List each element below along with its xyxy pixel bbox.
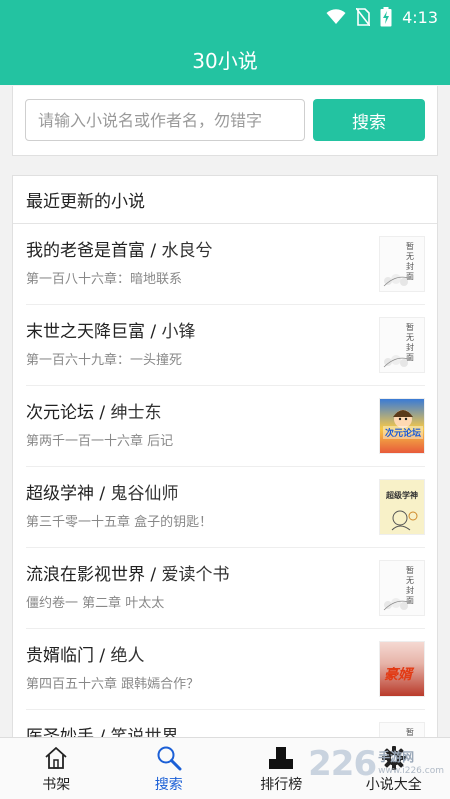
flower-icon bbox=[383, 355, 412, 368]
bottom-nav: 书架 搜索 排行榜 小说大全 bbox=[0, 737, 450, 799]
search-icon bbox=[157, 746, 182, 771]
novel-title: 流浪在影视世界 / 爱读个书 bbox=[26, 565, 230, 585]
wifi-icon bbox=[326, 9, 346, 24]
novel-title: 超级学神 / 鬼谷仙师 bbox=[26, 484, 179, 504]
search-input[interactable] bbox=[25, 99, 305, 141]
nav-ranking[interactable]: 排行榜 bbox=[225, 738, 338, 799]
novel-title: 次元论坛 / 绅士东 bbox=[26, 403, 162, 423]
red-cover: 豪婿 bbox=[379, 641, 425, 697]
novel-list-item[interactable]: 超级学神 / 鬼谷仙师 第三千零一十五章 盒子的钥匙！ 超级学神 bbox=[26, 467, 425, 548]
sketch-cover: 超级学神 bbox=[379, 479, 425, 535]
app-bar: 30小说 bbox=[0, 33, 450, 85]
latest-chapter: 第一百六十九章：一头撞死 bbox=[26, 353, 183, 368]
novel-name: 超级学神 bbox=[26, 484, 94, 504]
nav-novel-list[interactable]: 小说大全 bbox=[338, 738, 450, 799]
gear-icon bbox=[381, 746, 406, 770]
nav-label: 小说大全 bbox=[365, 777, 422, 793]
novel-author: 爱读个书 bbox=[161, 565, 230, 585]
nav-label: 书架 bbox=[42, 777, 71, 793]
novel-name: 流浪在影视世界 bbox=[26, 565, 145, 585]
status-bar: 4:13 bbox=[0, 0, 450, 33]
podium-icon bbox=[269, 747, 294, 769]
search-card: 搜索 bbox=[12, 86, 438, 156]
cover-text: 豪婿 bbox=[384, 667, 412, 683]
app-title: 30小说 bbox=[192, 48, 258, 73]
default-cover: 暂无封面 bbox=[379, 236, 425, 292]
novel-author: 水良兮 bbox=[161, 241, 213, 261]
default-cover: 暂无封面 bbox=[379, 560, 425, 616]
novel-title: 贵婿临门 / 绝人 bbox=[26, 646, 145, 666]
novel-list-item[interactable]: 末世之天降巨富 / 小锋 第一百六十九章：一头撞死 暂无封面 bbox=[26, 305, 425, 386]
novel-name: 次元论坛 bbox=[26, 403, 94, 423]
latest-chapter: 僵约卷一 第二章 叶太太 bbox=[26, 596, 165, 611]
novel-name: 贵婿临门 bbox=[26, 646, 94, 666]
no-sim-icon bbox=[356, 8, 371, 26]
house-icon bbox=[45, 747, 67, 769]
recent-novels-card: 最近更新的小说 我的老爸是首富 / 水良兮 第一百八十六章：暗地联系 暂无封面 … bbox=[12, 175, 438, 755]
nav-label: 搜索 bbox=[154, 777, 183, 793]
nav-label: 排行榜 bbox=[260, 777, 303, 793]
character-icon bbox=[391, 510, 418, 531]
default-cover: 暂无封面 bbox=[379, 317, 425, 373]
anime-cover: 次元论坛 bbox=[379, 398, 425, 454]
novel-list-item[interactable]: 次元论坛 / 绅士东 第两千一百一十六章 后记 次元论坛 bbox=[26, 386, 425, 467]
novel-name: 末世之天降巨富 bbox=[26, 322, 145, 342]
novel-list-item[interactable]: 我的老爸是首富 / 水良兮 第一百八十六章：暗地联系 暂无封面 bbox=[26, 224, 425, 305]
latest-chapter: 第三千零一十五章 盒子的钥匙！ bbox=[26, 515, 213, 530]
novel-list-item[interactable]: 流浪在影视世界 / 爱读个书 僵约卷一 第二章 叶太太 暂无封面 bbox=[26, 548, 425, 629]
search-button[interactable]: 搜索 bbox=[313, 99, 425, 141]
nav-search[interactable]: 搜索 bbox=[113, 738, 226, 799]
section-title: 最近更新的小说 bbox=[13, 176, 437, 224]
novel-author: 鬼谷仙师 bbox=[110, 484, 179, 504]
flower-icon bbox=[383, 598, 412, 611]
novel-list-item[interactable]: 贵婿临门 / 绝人 第四百五十六章 跟韩嫣合作？ 豪婿 bbox=[26, 629, 425, 710]
flower-icon bbox=[383, 274, 412, 287]
novel-title: 我的老爸是首富 / 水良兮 bbox=[26, 241, 213, 261]
status-icons: 4:13 bbox=[326, 6, 438, 28]
novel-author: 绝人 bbox=[110, 646, 145, 666]
nav-bookshelf[interactable]: 书架 bbox=[0, 738, 113, 799]
novel-author: 小锋 bbox=[161, 322, 196, 342]
battery-charging-icon bbox=[380, 7, 392, 27]
novel-name: 我的老爸是首富 bbox=[26, 241, 145, 261]
latest-chapter: 第四百五十六章 跟韩嫣合作？ bbox=[26, 677, 200, 692]
cover-text: 次元论坛 bbox=[383, 426, 424, 439]
novel-author: 绅士东 bbox=[110, 403, 162, 423]
novel-title: 末世之天降巨富 / 小锋 bbox=[26, 322, 196, 342]
status-time: 4:13 bbox=[402, 7, 438, 27]
latest-chapter: 第一百八十六章：暗地联系 bbox=[26, 272, 183, 287]
latest-chapter: 第两千一百一十六章 后记 bbox=[26, 434, 174, 449]
